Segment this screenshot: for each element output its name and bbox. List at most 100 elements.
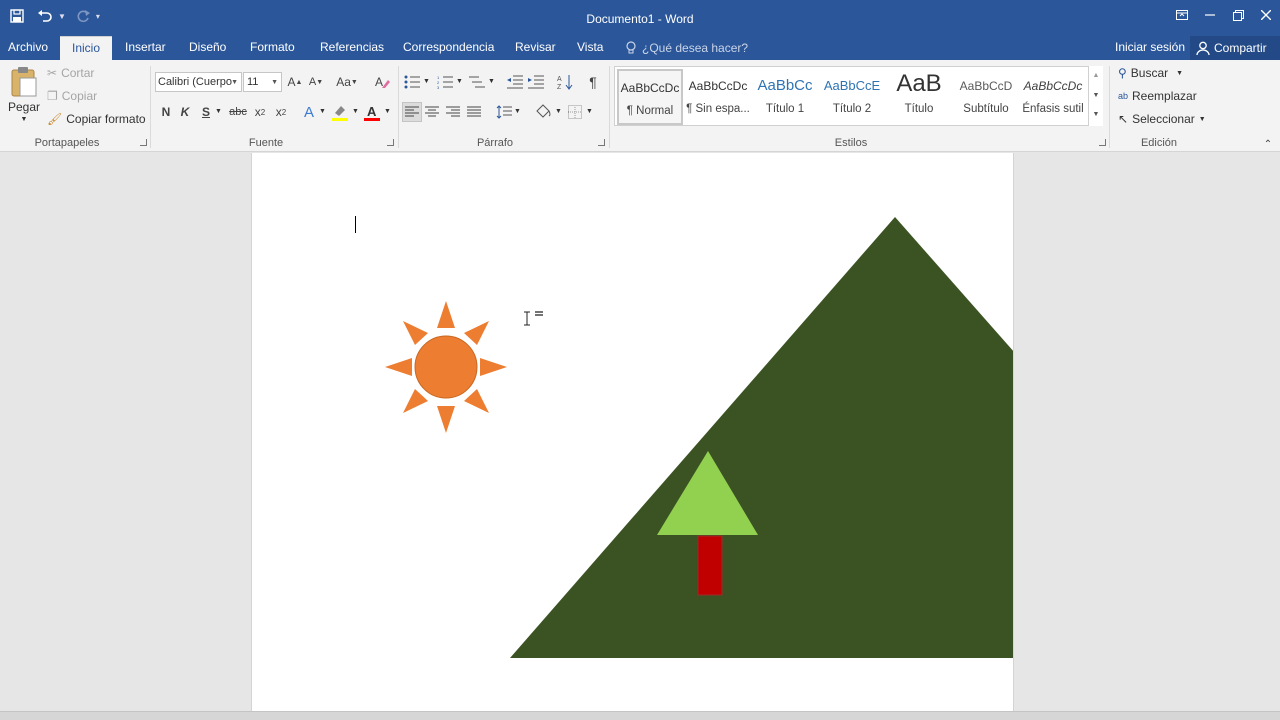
clipboard-launcher-icon[interactable] [140,139,147,146]
sun-shape[interactable] [385,301,507,433]
line-spacing-dropdown-icon[interactable]: ▼ [514,108,521,115]
svg-text:A: A [375,75,383,89]
svg-text:A: A [367,104,377,119]
multilevel-dropdown-icon[interactable]: ▼ [488,78,495,85]
styles-launcher-icon[interactable] [1099,139,1106,146]
bullets-dropdown-icon[interactable]: ▼ [423,78,430,85]
svg-text:A: A [557,76,562,83]
strikethrough-button[interactable]: abc [226,102,250,122]
close-icon[interactable] [1252,0,1280,30]
ribbon-display-options-icon[interactable] [1168,0,1196,30]
style-name: Título 2 [832,103,872,115]
multilevel-list-icon[interactable] [467,72,487,92]
document-page[interactable] [251,153,1014,720]
justify-icon[interactable] [464,102,484,122]
increase-indent-icon[interactable] [526,72,546,92]
subscript-icon[interactable]: x2 [250,102,270,122]
numbering-icon[interactable]: 123 [435,72,455,92]
borders-icon[interactable] [565,102,585,122]
tab-archivo[interactable]: Archivo [8,36,48,60]
select-dropdown-icon[interactable]: ▼ [1199,116,1206,123]
tab-diseno[interactable]: Diseño [189,36,226,60]
tell-me-placeholder: ¿Qué desea hacer? [642,41,749,55]
scroll-up-icon[interactable]: ▲ [1089,66,1103,86]
highlight-dropdown-icon[interactable]: ▼ [352,108,359,115]
highlight-icon[interactable] [330,102,350,122]
text-effects-dropdown-icon[interactable]: ▼ [319,108,326,115]
format-painter-button[interactable]: 🖌 Copiar formato [47,112,146,126]
style-heading-2[interactable]: AaBbCcE Título 2 [819,69,885,125]
font-size-box[interactable]: 11 ▼ [243,72,282,92]
replace-button[interactable]: ab Reemplazar [1118,89,1197,103]
style-name: Título [904,103,934,115]
find-dropdown-icon[interactable]: ▼ [1176,70,1183,77]
sign-in-link[interactable]: Iniciar sesión [1115,36,1185,58]
tab-formato[interactable]: Formato [250,36,295,60]
decrease-indent-icon[interactable] [505,72,525,92]
mountain-shape[interactable] [510,217,1014,658]
shrink-font-icon[interactable]: A ▼ [306,72,326,92]
bullets-icon[interactable] [402,72,422,92]
shading-icon[interactable] [533,102,553,122]
tree-trunk-shape[interactable] [697,535,723,596]
share-button[interactable]: Compartir [1190,36,1280,60]
collapse-ribbon-icon[interactable]: ⌃ [1258,134,1278,154]
font-color-dropdown-icon[interactable]: ▼ [384,108,391,115]
cut-label: Cortar [61,66,95,80]
paste-dropdown-icon[interactable]: ▼ [21,116,28,123]
tell-me-box[interactable]: ¿Qué desea hacer? [626,36,748,60]
paragraph-launcher-icon[interactable] [598,139,605,146]
change-case-button[interactable]: Aa ▼ [333,72,361,92]
style-subtle-emphasis[interactable]: AaBbCcDc Énfasis sutil [1020,69,1086,125]
clipboard-icon [11,67,37,97]
font-group-label: Fuente [248,137,284,149]
style-name: Subtítulo [963,103,1009,115]
font-color-icon[interactable]: A [362,102,382,122]
sort-icon[interactable]: AZ [555,72,575,92]
restore-icon[interactable] [1224,0,1252,30]
select-button[interactable]: ↖ Seleccionar ▼ [1118,112,1206,126]
font-size-value: 11 [247,76,259,88]
superscript-icon[interactable]: x2 [271,102,291,122]
align-left-icon[interactable] [402,102,422,122]
clear-formatting-icon[interactable]: A [372,72,392,92]
title-bar: ▼ ▾ Documento1 - Word [0,0,1280,36]
find-button[interactable]: ⚲ Buscar ▼ [1118,66,1183,80]
style-normal[interactable]: AaBbCcDc ¶ Normal [617,69,683,125]
minimize-icon[interactable] [1196,0,1224,30]
tab-inicio[interactable]: Inicio [60,36,113,60]
underline-dropdown-icon[interactable]: ▼ [215,108,222,115]
show-formatting-icon[interactable]: ¶ [583,72,603,92]
align-center-icon[interactable] [422,102,442,122]
tab-insertar[interactable]: Insertar [125,36,166,60]
tab-vista[interactable]: Vista [577,36,603,60]
font-launcher-icon[interactable] [387,139,394,146]
more-styles-icon[interactable]: ▼ [1089,106,1103,124]
style-sample: AaBbCcDc [1023,79,1083,93]
borders-dropdown-icon[interactable]: ▼ [586,108,593,115]
align-right-icon[interactable] [443,102,463,122]
style-subtitle[interactable]: AaBbCcD Subtítulo [953,69,1019,125]
numbering-dropdown-icon[interactable]: ▼ [456,78,463,85]
copy-button[interactable]: ❐ Copiar [47,89,97,103]
text-effects-icon[interactable]: A [299,102,319,122]
italic-button[interactable]: K [175,102,195,122]
replace-icon: ab [1118,91,1129,101]
underline-button[interactable]: S [196,102,216,122]
style-title[interactable]: AaB Título [886,69,952,125]
line-spacing-icon[interactable] [494,102,514,122]
styles-gallery-scroll[interactable]: ▲ ▼ ▼ [1088,66,1103,126]
scroll-down-icon[interactable]: ▼ [1089,86,1103,106]
tab-correspondencia[interactable]: Correspondencia [403,36,494,60]
cut-button[interactable]: ✂ Cortar [47,66,94,80]
tab-revisar[interactable]: Revisar [515,36,556,60]
bold-button[interactable]: N [156,102,176,122]
style-heading-1[interactable]: AaBbCc Título 1 [752,69,818,125]
tab-referencias[interactable]: Referencias [320,36,384,60]
group-divider [398,66,399,148]
grow-font-icon[interactable]: A ▲ [285,72,305,92]
style-no-spacing[interactable]: AaBbCcDc ¶ Sin espa... [685,69,751,125]
paste-button[interactable]: Pegar ▼ [8,66,40,123]
shading-dropdown-icon[interactable]: ▼ [555,108,562,115]
font-name-box[interactable]: Calibri (Cuerpo ▼ [155,72,242,92]
